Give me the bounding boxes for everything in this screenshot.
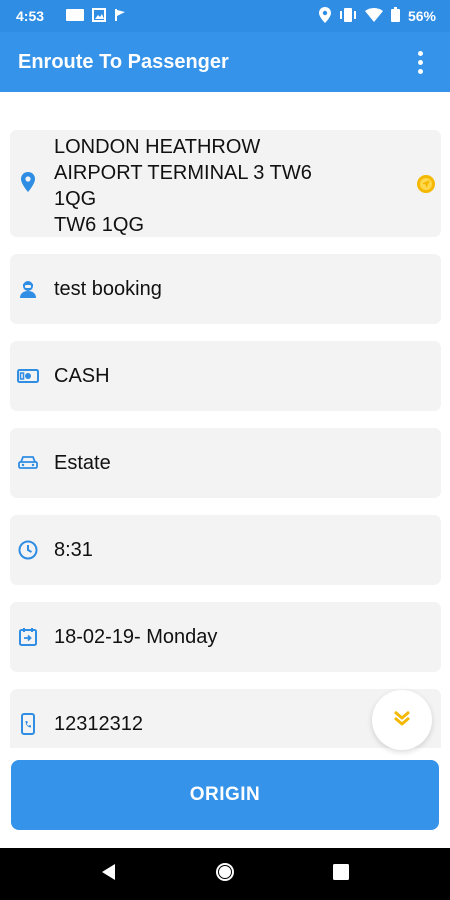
- recents-icon[interactable]: [332, 863, 350, 886]
- more-vert-icon[interactable]: [408, 47, 432, 77]
- location-pin-icon: [16, 170, 40, 194]
- wifi-icon: [364, 7, 383, 25]
- pickup-address: LONDON HEATHROW AIRPORT TERMINAL 3 TW6 1…: [54, 136, 312, 236]
- cash-icon: [16, 364, 40, 388]
- vehicle-type: Estate: [54, 452, 111, 474]
- phone-number: 12312312: [54, 713, 143, 735]
- vibrate-icon: [339, 7, 357, 25]
- car-icon: [16, 451, 40, 475]
- passenger-name: test booking: [54, 278, 162, 300]
- expand-button[interactable]: [372, 690, 432, 750]
- pickup-time: 8:31: [54, 539, 93, 561]
- gallery-icon: [92, 7, 107, 25]
- navigate-icon[interactable]: [416, 174, 436, 194]
- back-icon[interactable]: [100, 863, 118, 886]
- calendar-icon: [16, 625, 40, 649]
- pickup-date: 18-02-19- Monday: [54, 626, 218, 648]
- phone-icon: [16, 712, 40, 736]
- origin-button[interactable]: ORIGIN: [11, 760, 439, 830]
- payment-card: CASH: [10, 341, 441, 411]
- pickup-address-card: LONDON HEATHROW AIRPORT TERMINAL 3 TW6 1…: [10, 130, 441, 237]
- location-icon: [318, 6, 331, 26]
- page-title: Enroute To Passenger: [18, 50, 229, 73]
- vehicle-card: Estate: [10, 428, 441, 498]
- mail-icon: [66, 8, 85, 24]
- system-nav-bar: [0, 848, 450, 900]
- battery-level: 56%: [407, 8, 436, 24]
- app-bar: Enroute To Passenger: [0, 32, 450, 92]
- flag-icon: [114, 8, 126, 25]
- clock-icon: [16, 538, 40, 562]
- double-chevron-down-icon: [392, 709, 412, 732]
- time-card: 8:31: [10, 515, 441, 585]
- date-card: 18-02-19- Monday: [10, 602, 441, 672]
- person-icon: [16, 277, 40, 301]
- battery-icon: [390, 7, 400, 25]
- home-icon[interactable]: [214, 861, 236, 888]
- payment-method: CASH: [54, 365, 110, 387]
- passenger-card: test booking: [10, 254, 441, 324]
- booking-details: LONDON HEATHROW AIRPORT TERMINAL 3 TW6 1…: [0, 92, 450, 748]
- status-time: 4:53: [16, 8, 45, 24]
- status-bar: 4:53 56%: [0, 0, 450, 32]
